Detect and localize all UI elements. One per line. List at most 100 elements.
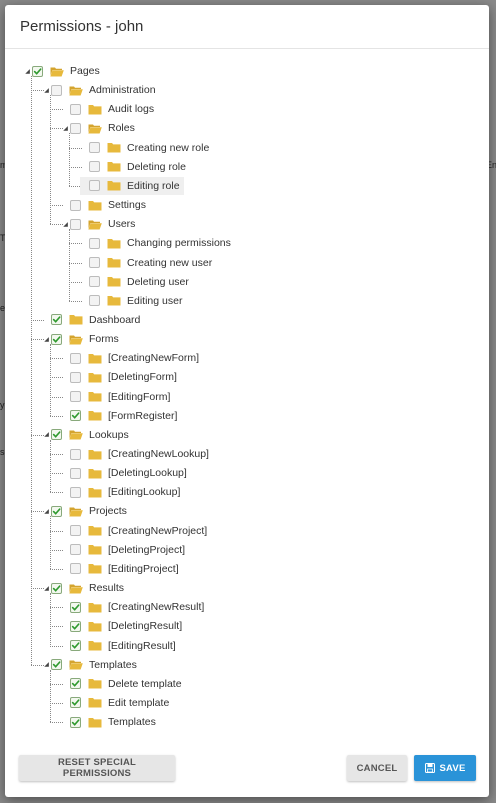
tree-node[interactable]: ◢ Pages: [23, 62, 100, 80]
tree-node[interactable]: ◢ Projects: [42, 502, 127, 520]
tree-node[interactable]: [EditingForm]: [61, 388, 170, 406]
checkbox-checked[interactable]: [70, 678, 81, 690]
checkbox-checked[interactable]: [70, 601, 81, 613]
tree-connector: [50, 516, 51, 569]
reset-button-label: RESET SPECIAL PERMISSIONS: [57, 757, 137, 779]
tree-node[interactable]: Creating new user: [80, 254, 212, 272]
folder-icon: [88, 487, 102, 498]
tree-node[interactable]: [EditingProject]: [61, 560, 179, 578]
checkbox-checked[interactable]: [70, 697, 81, 709]
expand-toggle-icon[interactable]: ◢: [42, 656, 51, 674]
tree-node[interactable]: ◢ Users: [61, 215, 135, 233]
tree-node[interactable]: Dashboard: [42, 311, 140, 329]
tree-node[interactable]: ◢ Results: [42, 579, 124, 597]
tree-node[interactable]: Templates: [61, 713, 156, 731]
folder-icon: [88, 391, 102, 402]
checkbox-unchecked[interactable]: [89, 142, 100, 154]
expand-toggle-icon[interactable]: ◢: [42, 579, 51, 597]
tree-node[interactable]: [FormRegister]: [61, 407, 177, 425]
folder-open-icon: [69, 429, 83, 440]
checkbox-checked[interactable]: [51, 659, 62, 671]
checkbox-unchecked[interactable]: [89, 276, 100, 288]
tree-node-label: Users: [108, 218, 136, 231]
expand-toggle-icon[interactable]: ◢: [42, 426, 51, 444]
checkbox-unchecked[interactable]: [70, 391, 81, 403]
tree-node-label: [DeletingResult]: [108, 620, 183, 633]
checkbox-checked[interactable]: [70, 410, 81, 422]
tree-node[interactable]: ◢ Templates: [42, 656, 137, 674]
checkbox-unchecked[interactable]: [70, 352, 81, 364]
tree-node[interactable]: ◢ Roles: [61, 119, 135, 137]
tree-node[interactable]: [EditingResult]: [61, 637, 176, 655]
checkbox-unchecked[interactable]: [70, 544, 81, 556]
tree-node[interactable]: [CreatingNewResult]: [61, 598, 204, 616]
leaf-spacer: [61, 368, 70, 386]
leaf-spacer: [61, 598, 70, 616]
checkbox-checked[interactable]: [70, 640, 81, 651]
tree-node[interactable]: [DeletingProject]: [61, 541, 185, 559]
tree-node[interactable]: Creating new role: [80, 139, 209, 157]
checkbox-checked[interactable]: [70, 620, 81, 632]
tree-node[interactable]: [DeletingLookup]: [61, 464, 187, 482]
tree-node[interactable]: Edit template: [61, 694, 169, 712]
checkbox-unchecked[interactable]: [70, 122, 81, 134]
checkbox-unchecked[interactable]: [70, 486, 81, 498]
tree-node[interactable]: [DeletingForm]: [61, 368, 177, 386]
tree-node[interactable]: [CreatingNewProject]: [61, 522, 207, 540]
tree-node[interactable]: Editing role: [80, 176, 184, 195]
tree-node[interactable]: [EditingLookup]: [61, 483, 180, 501]
tree-node[interactable]: Editing user: [80, 292, 182, 310]
checkbox-unchecked[interactable]: [70, 448, 81, 460]
checkbox-unchecked[interactable]: [70, 199, 81, 211]
tree-node[interactable]: [DeletingResult]: [61, 617, 182, 635]
tree-node[interactable]: [CreatingNewForm]: [61, 349, 199, 367]
tree-node[interactable]: Settings: [61, 196, 146, 214]
checkbox-unchecked[interactable]: [70, 103, 81, 115]
expand-toggle-icon[interactable]: ◢: [61, 119, 70, 137]
checkbox-unchecked[interactable]: [89, 180, 100, 192]
checkbox-checked[interactable]: [51, 429, 62, 441]
tree-node-label: Dashboard: [89, 313, 141, 326]
checkbox-unchecked[interactable]: [70, 467, 81, 479]
checkbox-unchecked[interactable]: [70, 563, 81, 575]
checkbox-checked[interactable]: [51, 314, 62, 326]
checkbox-checked[interactable]: [51, 582, 62, 594]
tree-node-label: Delete template: [108, 677, 182, 690]
tree-node-label: Roles: [108, 122, 135, 135]
leaf-spacer: [61, 445, 70, 463]
tree-node[interactable]: [CreatingNewLookup]: [61, 445, 209, 463]
tree-node[interactable]: Delete template: [61, 675, 182, 693]
tree-node[interactable]: Deleting role: [80, 158, 186, 176]
folder-icon: [88, 697, 102, 708]
tree-node[interactable]: ◢ Administration: [42, 81, 155, 99]
checkbox-unchecked[interactable]: [70, 218, 81, 230]
tree-node-label: Settings: [108, 199, 146, 212]
expand-toggle-icon[interactable]: ◢: [23, 62, 32, 80]
folder-icon: [88, 410, 102, 421]
reset-special-permissions-button[interactable]: RESET SPECIAL PERMISSIONS: [19, 755, 175, 781]
checkbox-unchecked[interactable]: [89, 237, 100, 249]
tree-node[interactable]: ◢ Forms: [42, 330, 119, 348]
expand-toggle-icon[interactable]: ◢: [61, 215, 70, 233]
checkbox-checked[interactable]: [51, 505, 62, 517]
folder-icon: [107, 238, 121, 249]
checkbox-unchecked[interactable]: [51, 84, 62, 96]
cancel-button[interactable]: CANCEL: [347, 755, 407, 781]
checkbox-unchecked[interactable]: [89, 257, 100, 268]
checkbox-unchecked[interactable]: [89, 295, 100, 307]
tree-node[interactable]: Changing permissions: [80, 234, 231, 252]
checkbox-checked[interactable]: [70, 716, 81, 728]
checkbox-unchecked[interactable]: [70, 525, 81, 537]
checkbox-checked[interactable]: [51, 333, 62, 345]
expand-toggle-icon[interactable]: ◢: [42, 330, 51, 348]
save-button[interactable]: SAVE: [414, 755, 476, 781]
checkbox-checked[interactable]: [32, 65, 43, 77]
expand-toggle-icon[interactable]: ◢: [42, 81, 51, 99]
tree-node[interactable]: ◢ Lookups: [42, 426, 129, 444]
permissions-tree: ◢ Pages ◢ Administration Audit logs ◢ Roles Cre…: [5, 5, 489, 735]
tree-node[interactable]: Deleting user: [80, 273, 189, 291]
tree-node[interactable]: Audit logs: [61, 100, 154, 118]
checkbox-unchecked[interactable]: [89, 161, 100, 173]
expand-toggle-icon[interactable]: ◢: [42, 502, 51, 520]
checkbox-unchecked[interactable]: [70, 371, 81, 383]
